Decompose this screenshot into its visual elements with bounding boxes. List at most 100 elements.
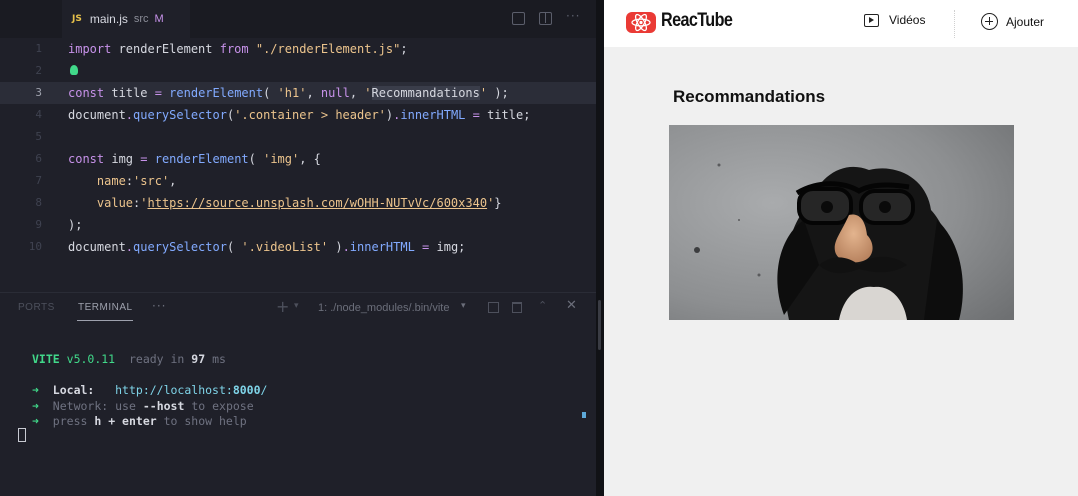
code-token: value bbox=[96, 196, 134, 210]
modified-indicator: M bbox=[154, 13, 164, 25]
code-text: document.querySelector( '.videoList' ).i… bbox=[68, 236, 465, 258]
code-line[interactable]: 4 document.querySelector('.container > he… bbox=[0, 104, 596, 126]
brand-name[interactable]: ReacTube bbox=[661, 10, 733, 32]
code-token: title; bbox=[487, 108, 531, 122]
code-token: . bbox=[342, 240, 350, 254]
code-token: ( bbox=[263, 86, 278, 100]
code-token: 'h1' bbox=[277, 86, 307, 100]
line-number: 1 bbox=[35, 42, 42, 55]
more-icon[interactable]: ··· bbox=[152, 299, 166, 313]
nav-separator bbox=[954, 10, 955, 38]
code-token: innerHTML bbox=[349, 240, 423, 254]
tab-filename: main.js bbox=[89, 12, 128, 26]
terminal-selector[interactable]: 1: ./node_modules/.bin/vite bbox=[318, 302, 458, 314]
code-line[interactable]: 3 const title = renderElement( 'h1', null… bbox=[0, 82, 596, 104]
panel-header: PORTS TERMINAL ··· + ▾ 1: ./node_modules… bbox=[0, 293, 596, 323]
plus-circle-icon bbox=[981, 13, 998, 30]
line-number: 8 bbox=[35, 196, 42, 209]
code-token: = bbox=[472, 108, 488, 122]
line-number: 9 bbox=[35, 218, 42, 231]
code-text: import renderElement from "./renderEleme… bbox=[68, 38, 408, 60]
dog-disguise-photo bbox=[669, 125, 1014, 320]
code-token: , bbox=[306, 86, 321, 100]
chevron-up-icon[interactable]: ⌃ bbox=[538, 299, 547, 312]
code-line[interactable]: 5 bbox=[0, 126, 596, 148]
line-number: 5 bbox=[35, 130, 42, 143]
tab-main-js[interactable]: JS main.js src M bbox=[62, 0, 190, 38]
split-terminal-icon[interactable] bbox=[488, 302, 499, 313]
code-token: renderElement bbox=[118, 42, 220, 56]
code-token: import bbox=[68, 42, 119, 56]
javascript-file-icon: JS bbox=[72, 14, 82, 24]
code-text: document.querySelector('.container > hea… bbox=[68, 104, 530, 126]
code-line[interactable]: 9); bbox=[0, 214, 596, 236]
local-url-link[interactable]: http://localhost:8000/ bbox=[115, 383, 267, 397]
code-token: querySelector bbox=[133, 240, 227, 254]
trash-icon[interactable] bbox=[512, 302, 522, 313]
chevron-down-icon[interactable]: ▾ bbox=[461, 301, 466, 311]
code-text: value:'https://source.unsplash.com/wOHH-… bbox=[68, 192, 502, 214]
code-token: Recommandations bbox=[371, 86, 480, 100]
editor-tab-bar: JS main.js src M ··· bbox=[0, 0, 596, 38]
split-editor-icon[interactable] bbox=[539, 12, 552, 25]
code-token: from bbox=[219, 42, 256, 56]
tab-terminal[interactable]: TERMINAL bbox=[78, 302, 133, 313]
code-line[interactable]: 7 name:'src', bbox=[0, 170, 596, 192]
code-token: 'src' bbox=[133, 174, 170, 188]
new-terminal-icon[interactable]: + bbox=[276, 297, 289, 316]
code-token: '.container > header' bbox=[234, 108, 386, 122]
close-icon[interactable]: ✕ bbox=[566, 298, 577, 313]
code-token: img bbox=[111, 152, 141, 166]
code-token: = bbox=[154, 86, 170, 100]
code-token: ) bbox=[328, 240, 343, 254]
code-token: const bbox=[68, 152, 112, 166]
code-editor: JS main.js src M ··· 1 import renderEleme… bbox=[0, 0, 596, 496]
line-number: 4 bbox=[35, 108, 42, 121]
code-text: const title = renderElement( 'h1', null,… bbox=[68, 82, 509, 104]
nav-add-label: Ajouter bbox=[1006, 14, 1045, 29]
video-thumbnail-image[interactable] bbox=[669, 125, 1014, 320]
active-tab-underline bbox=[77, 320, 133, 321]
code-line[interactable]: 10 document.querySelector( '.videoList' )… bbox=[0, 236, 596, 258]
code-text: const img = renderElement( 'img', { bbox=[68, 148, 321, 170]
lightbulb-icon[interactable] bbox=[70, 65, 78, 75]
app-header: ReacTube Vidéos Ajouter bbox=[604, 0, 1078, 47]
code-token: 'img' bbox=[263, 152, 300, 166]
code-token: renderElement bbox=[169, 86, 264, 100]
nav-add-link[interactable]: Ajouter bbox=[981, 13, 1044, 30]
code-token: const bbox=[68, 86, 112, 100]
code-token: '.videoList' bbox=[241, 240, 329, 254]
pane-divider[interactable] bbox=[596, 0, 604, 496]
code-token: img; bbox=[436, 240, 466, 254]
code-token: ); bbox=[487, 86, 509, 100]
react-logo-icon[interactable] bbox=[626, 12, 656, 33]
browser-preview: ReacTube Vidéos Ajouter Recommandations bbox=[604, 0, 1078, 496]
code-token: renderElement bbox=[154, 152, 249, 166]
code-token: , { bbox=[299, 152, 321, 166]
line-number: 10 bbox=[28, 240, 42, 253]
code-text: name:'src', bbox=[68, 170, 177, 192]
code-token: ' bbox=[364, 86, 372, 100]
terminal-output[interactable]: VITE v5.0.11 ready in 97 ms ➜ Local: htt… bbox=[0, 323, 596, 496]
code-line[interactable]: 1 import renderElement from "./renderElem… bbox=[0, 38, 596, 60]
line-number: 2 bbox=[35, 64, 42, 77]
code-line[interactable]: 2 bbox=[0, 60, 596, 82]
code-token: title bbox=[111, 86, 155, 100]
code-token: : bbox=[125, 174, 134, 188]
compare-changes-icon[interactable] bbox=[512, 12, 525, 25]
code-line[interactable]: 8 value:'https://source.unsplash.com/wOH… bbox=[0, 192, 596, 214]
nav-videos-label: Vidéos bbox=[889, 13, 926, 27]
nav-videos-link[interactable]: Vidéos bbox=[864, 13, 925, 27]
resize-handle[interactable] bbox=[598, 300, 601, 350]
scrollbar-marker bbox=[582, 412, 586, 418]
line-number: 7 bbox=[35, 174, 42, 187]
line-number: 6 bbox=[35, 152, 42, 165]
tab-ports[interactable]: PORTS bbox=[18, 302, 55, 313]
code-token: . bbox=[125, 240, 134, 254]
code-line[interactable]: 6 const img = renderElement( 'img', { bbox=[0, 148, 596, 170]
chevron-down-icon[interactable]: ▾ bbox=[294, 301, 299, 311]
code-area[interactable]: 1 import renderElement from "./renderElem… bbox=[0, 38, 596, 258]
more-actions-icon[interactable]: ··· bbox=[566, 9, 580, 23]
